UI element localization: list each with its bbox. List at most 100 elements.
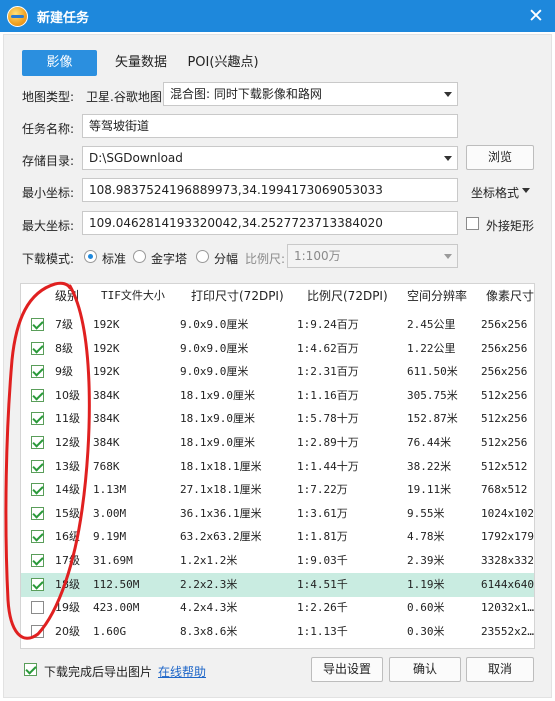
cell-print-size: 1.2x1.2米 bbox=[180, 554, 238, 567]
cell-scale: 1:1.81万 bbox=[297, 530, 348, 544]
min-coord-label: 最小坐标: bbox=[22, 186, 75, 200]
cell-scale: 1:2.26千 bbox=[297, 601, 348, 615]
storage-chevron-down-icon[interactable] bbox=[444, 156, 452, 161]
header-tif-size[interactable]: TIF文件大小 bbox=[101, 284, 165, 308]
cell-print-size: 18.1x9.0厘米 bbox=[180, 436, 255, 449]
cell-print-size: 18.1x9.0厘米 bbox=[180, 412, 255, 426]
cell-level: 8级 bbox=[55, 341, 73, 355]
table-row[interactable]: 13级 768K 18.1x18.1厘米 1:1.44十万 38.22米 512x512 bbox=[21, 455, 534, 479]
close-icon[interactable]: ✕ bbox=[523, 3, 549, 29]
min-coord-input[interactable]: 108.9837524196889973,34.1994173069053033 bbox=[82, 178, 458, 202]
table-row[interactable]: 14级 1.13M 27.1x18.1厘米 1:7.22万 19.11米 768x512 bbox=[21, 478, 534, 502]
row-checkbox[interactable] bbox=[31, 483, 44, 497]
cell-scale: 1:2.89十万 bbox=[297, 436, 359, 449]
header-level[interactable]: 级别 bbox=[55, 284, 79, 308]
cell-resolution: 9.55米 bbox=[407, 506, 445, 520]
cell-print-size: 63.2x63.2厘米 bbox=[180, 530, 262, 544]
confirm-button[interactable]: 确认 bbox=[389, 657, 461, 682]
row-checkbox[interactable] bbox=[31, 601, 44, 615]
cell-scale: 1:9.24百万 bbox=[297, 318, 359, 331]
cell-level: 20级 bbox=[55, 624, 80, 638]
header-scale[interactable]: 比例尺(72DPI) bbox=[307, 284, 388, 308]
table-row[interactable]: 19级 423.00M 4.2x4.3米 1:2.26千 0.60米 12032x1… bbox=[21, 596, 534, 620]
scale-chevron-down-icon[interactable] bbox=[444, 254, 452, 259]
cell-scale: 1:9.03千 bbox=[297, 554, 348, 567]
row-checkbox[interactable] bbox=[31, 624, 44, 638]
cell-pixel-size: 256x256 bbox=[481, 365, 528, 379]
map-source-text: 卫星.谷歌地图 bbox=[86, 90, 162, 104]
storage-path-value: D:\SGDownload bbox=[89, 151, 183, 165]
cell-pixel-size: 3328x3328 bbox=[481, 554, 535, 567]
cell-resolution: 1.22公里 bbox=[407, 341, 456, 355]
cell-print-size: 18.1x9.0厘米 bbox=[180, 388, 255, 402]
export-settings-button[interactable]: 导出设置 bbox=[311, 657, 383, 682]
table-row[interactable]: 20级 1.60G 8.3x8.6米 1:1.13千 0.30米 23552x2… bbox=[21, 620, 534, 644]
cell-tif-size: 1.13M bbox=[93, 483, 127, 497]
row-checkbox[interactable] bbox=[31, 365, 44, 379]
cell-pixel-size: 1792x1792 bbox=[481, 530, 535, 544]
row-checkbox[interactable] bbox=[31, 530, 44, 544]
cell-level: 18级 bbox=[55, 577, 80, 591]
cell-pixel-size: 1024x1024 bbox=[481, 506, 535, 520]
cell-level: 7级 bbox=[55, 318, 73, 331]
tab-imagery[interactable]: 影像 bbox=[22, 50, 97, 76]
storage-path-select[interactable]: D:\SGDownload bbox=[82, 146, 458, 170]
export-after-download-checkbox[interactable] bbox=[24, 663, 37, 676]
tab-poi[interactable]: POI(兴趣点) bbox=[183, 50, 263, 76]
coord-format-button[interactable]: 坐标格式 bbox=[471, 184, 519, 201]
cell-print-size: 4.2x4.3米 bbox=[180, 601, 238, 615]
table-row[interactable]: 9级 192K 9.0x9.0厘米 1:2.31百万 611.50米 256x256 bbox=[21, 360, 534, 384]
cell-scale: 1:5.78十万 bbox=[297, 412, 359, 426]
table-row[interactable]: 7级 192K 9.0x9.0厘米 1:9.24百万 2.45公里 256x256 bbox=[21, 313, 534, 337]
map-mode-chevron-down-icon[interactable] bbox=[444, 92, 452, 97]
map-mode-select[interactable]: 混合图: 同时下载影像和路网 bbox=[163, 82, 458, 106]
table-row[interactable]: 15级 3.00M 36.1x36.1厘米 1:3.61万 9.55米 1024x1024 bbox=[21, 502, 535, 526]
header-print-size[interactable]: 打印尺寸(72DPI) bbox=[191, 284, 284, 308]
mode-standard-radio[interactable] bbox=[84, 250, 97, 263]
max-coord-input[interactable]: 109.0462814193320042,34.2527723713384020 bbox=[82, 211, 458, 235]
online-help-link[interactable]: 在线帮助 bbox=[158, 663, 206, 680]
cell-resolution: 0.30米 bbox=[407, 624, 445, 638]
table-row[interactable]: 18级 112.50M 2.2x2.3米 1:4.51千 1.19米 6144x6400 bbox=[21, 572, 534, 597]
row-checkbox[interactable] bbox=[31, 341, 44, 355]
row-checkbox[interactable] bbox=[31, 506, 44, 520]
header-pixel-size[interactable]: 像素尺寸 bbox=[486, 284, 534, 308]
scale-value: 1:100万 bbox=[294, 249, 341, 263]
map-type-label: 地图类型: bbox=[22, 90, 75, 104]
coord-format-caret-icon[interactable] bbox=[522, 188, 530, 193]
mode-pyramid-radio[interactable] bbox=[133, 250, 146, 263]
cell-scale: 1:1.16百万 bbox=[297, 388, 359, 402]
tab-vector-data[interactable]: 矢量数据 bbox=[106, 50, 176, 76]
max-coord-value: 109.0462814193320042,34.2527723713384020 bbox=[89, 216, 383, 230]
row-checkbox[interactable] bbox=[31, 388, 44, 402]
cell-level: 13级 bbox=[55, 459, 80, 473]
cancel-button[interactable]: 取消 bbox=[466, 657, 534, 682]
browse-button[interactable]: 浏览 bbox=[466, 145, 534, 170]
scale-select[interactable]: 1:100万 bbox=[287, 244, 458, 268]
cell-scale: 1:4.51千 bbox=[297, 577, 348, 591]
row-checkbox[interactable] bbox=[31, 554, 44, 567]
table-row[interactable]: 10级 384K 18.1x9.0厘米 1:1.16百万 305.75米 512x256 bbox=[21, 384, 534, 408]
table-row[interactable]: 16级 9.19M 63.2x63.2厘米 1:1.81万 4.78米 1792x1792 bbox=[21, 525, 535, 549]
table-row[interactable]: 8级 192K 9.0x9.0厘米 1:4.62百万 1.22公里 256x256 bbox=[21, 337, 534, 361]
row-checkbox[interactable] bbox=[31, 436, 44, 449]
export-after-download-label: 下载完成后导出图片 bbox=[44, 665, 153, 679]
cell-print-size: 9.0x9.0厘米 bbox=[180, 365, 249, 379]
cell-pixel-size: 768x512 bbox=[481, 483, 528, 497]
cell-tif-size: 9.19M bbox=[93, 530, 127, 544]
outer-rect-checkbox[interactable] bbox=[466, 217, 479, 230]
table-row[interactable]: 12级 384K 18.1x9.0厘米 1:2.89十万 76.44米 512x256 bbox=[21, 431, 534, 455]
task-name-input[interactable]: 等驾坡街道 bbox=[82, 114, 458, 138]
cell-tif-size: 3.00M bbox=[93, 506, 127, 520]
row-checkbox[interactable] bbox=[31, 577, 44, 591]
task-name-label: 任务名称: bbox=[22, 122, 75, 136]
row-checkbox[interactable] bbox=[31, 412, 44, 426]
mode-sheet-radio[interactable] bbox=[196, 250, 209, 263]
cell-level: 19级 bbox=[55, 601, 80, 615]
table-row[interactable]: 17级 31.69M 1.2x1.2米 1:9.03千 2.39米 3328x3328 bbox=[21, 549, 535, 573]
cell-level: 15级 bbox=[55, 506, 80, 520]
table-row[interactable]: 11级 384K 18.1x9.0厘米 1:5.78十万 152.87米 512x256 bbox=[21, 407, 534, 431]
row-checkbox[interactable] bbox=[31, 318, 44, 331]
header-resolution[interactable]: 空间分辨率 bbox=[407, 284, 467, 308]
row-checkbox[interactable] bbox=[31, 459, 44, 473]
